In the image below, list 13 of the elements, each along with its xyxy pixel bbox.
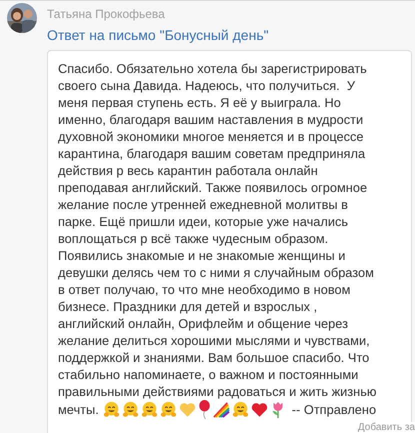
- balloon-icon: [198, 400, 211, 419]
- signature-text: -- Отправлено: [292, 401, 376, 418]
- heart-icon: [250, 402, 268, 418]
- hugging-face-icon: [232, 401, 249, 418]
- rainbow-icon: [212, 402, 230, 418]
- hugging-face-icon: [160, 401, 177, 418]
- hugging-face-icon: [140, 401, 158, 418]
- message-text: мечты.: [58, 401, 99, 418]
- subject-link[interactable]: Ответ на письмо "Бонусный день": [47, 26, 415, 44]
- hugging-face-icon: [102, 401, 120, 418]
- heart-icon: [178, 402, 196, 418]
- sender-name: Татьяна Прокофьева: [47, 6, 166, 22]
- hugging-face-icon: [122, 401, 139, 418]
